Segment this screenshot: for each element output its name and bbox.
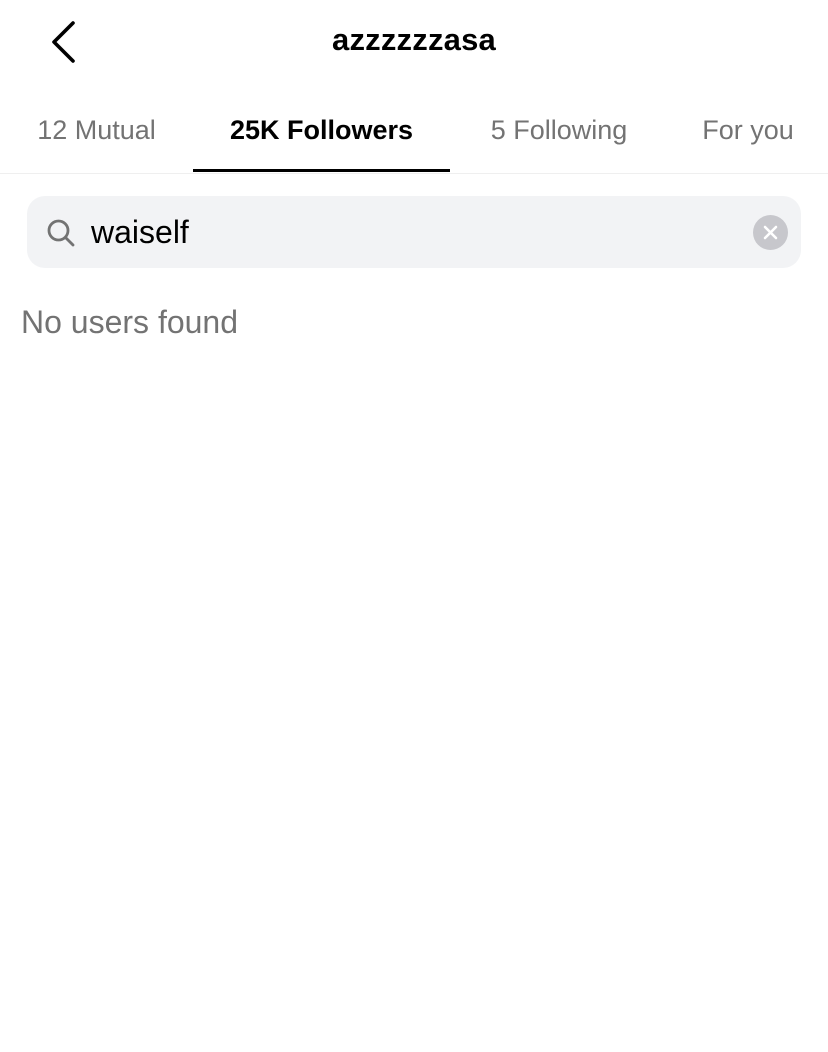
tab-bar: 12 Mutual 25K Followers 5 Following For …	[0, 88, 828, 174]
active-tab-indicator	[193, 169, 450, 172]
page-title: azzzzzzasa	[332, 22, 496, 57]
clear-search-button[interactable]	[753, 215, 788, 250]
search-bar[interactable]	[27, 196, 801, 268]
tab-for-you[interactable]: For you	[668, 88, 828, 172]
clear-icon	[763, 225, 778, 240]
tab-mutual[interactable]: 12 Mutual	[0, 88, 193, 172]
empty-results-message: No users found	[21, 304, 239, 340]
top-bar: azzzzzzasa	[0, 0, 828, 88]
tab-followers[interactable]: 25K Followers	[193, 88, 450, 172]
tab-following[interactable]: 5 Following	[450, 88, 668, 172]
search-input[interactable]	[91, 196, 731, 268]
search-icon	[47, 219, 75, 247]
